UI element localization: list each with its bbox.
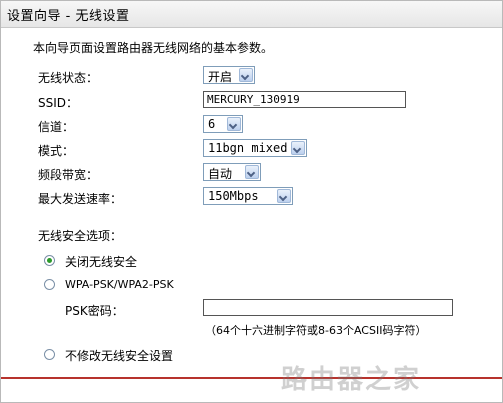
bandwidth-select[interactable]: 自动 xyxy=(203,163,261,181)
security-wpa-label: WPA-PSK/WPA2-PSK xyxy=(65,278,174,291)
mode-label: 模式： xyxy=(38,144,75,158)
bottom-divider xyxy=(1,377,502,379)
ssid-input[interactable]: MERCURY_130919 xyxy=(203,91,406,108)
channel-label: 信道： xyxy=(38,120,75,134)
security-title: 无线安全选项： xyxy=(38,229,123,243)
psk-password-input[interactable] xyxy=(203,299,453,316)
chevron-down-icon xyxy=(245,165,259,179)
chevron-down-icon xyxy=(277,189,291,203)
mode-value: 11bgn mixed xyxy=(208,141,288,155)
wireless-status-label: 无线状态： xyxy=(38,71,99,85)
security-off-label: 关闭无线安全 xyxy=(65,255,138,269)
wizard-window: 设置向导 - 无线设置 本向导页面设置路由器无线网络的基本参数。 无线状态： 开… xyxy=(0,0,503,403)
max-rate-value: 150Mbps xyxy=(208,189,259,203)
psk-hint: （64个十六进制字符或8-63个ACSII码字符） xyxy=(205,324,427,337)
intro-text: 本向导页面设置路由器无线网络的基本参数。 xyxy=(33,41,274,55)
page-title: 设置向导 - 无线设置 xyxy=(7,9,130,24)
psk-label: PSK密码： xyxy=(65,304,124,318)
header-bar: 设置向导 - 无线设置 xyxy=(1,1,502,28)
max-rate-label: 最大发送速率： xyxy=(38,192,123,206)
channel-value: 6 xyxy=(208,117,216,131)
security-keep-label: 不修改无线安全设置 xyxy=(65,349,174,363)
bandwidth-label: 频段带宽： xyxy=(38,168,99,182)
wireless-status-value: 开启 xyxy=(208,70,233,84)
mode-select[interactable]: 11bgn mixed xyxy=(203,139,307,157)
security-wpa-radio[interactable] xyxy=(44,279,55,290)
chevron-down-icon xyxy=(291,141,305,155)
security-keep-radio[interactable] xyxy=(44,349,55,360)
wireless-status-select[interactable]: 开启 xyxy=(203,66,255,84)
bandwidth-value: 自动 xyxy=(208,167,233,181)
chevron-down-icon xyxy=(239,68,253,82)
max-rate-select[interactable]: 150Mbps xyxy=(203,187,293,205)
security-off-radio[interactable] xyxy=(44,255,55,266)
watermark: 路由器之家 xyxy=(281,365,422,395)
channel-select[interactable]: 6 xyxy=(203,115,243,133)
ssid-label: SSID： xyxy=(38,96,79,110)
chevron-down-icon xyxy=(227,117,241,131)
